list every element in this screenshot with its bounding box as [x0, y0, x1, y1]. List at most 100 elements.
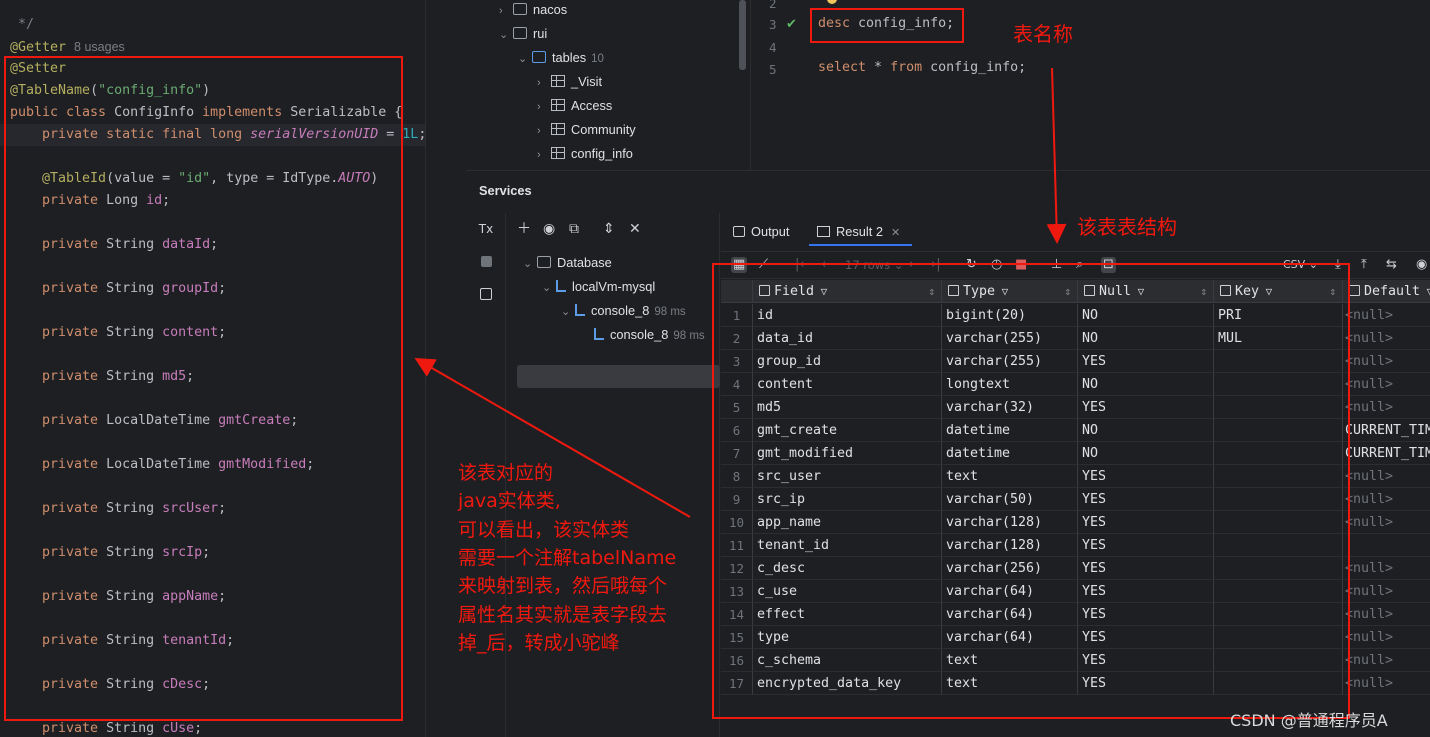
grid-cell-null[interactable]: YES	[1078, 580, 1214, 603]
tree-node-visit[interactable]: › _Visit	[537, 70, 602, 94]
add-icon[interactable]: ＋	[517, 221, 531, 237]
sort-icon[interactable]: ⇕	[928, 280, 935, 302]
tree-node-tables[interactable]: ⌄ tables 10	[518, 46, 604, 70]
stop-query-icon[interactable]: ■	[1015, 257, 1027, 273]
grid-cell-key[interactable]	[1214, 672, 1343, 695]
collapse-all-icon[interactable]: ✕	[629, 221, 641, 237]
tree-node-nacos[interactable]: › nacos	[499, 0, 567, 22]
chevron-down-icon[interactable]: ⌄	[561, 300, 575, 324]
prev-page-icon[interactable]: ‹	[821, 257, 826, 273]
grid-cell-key[interactable]	[1214, 511, 1343, 534]
grid-cell-key[interactable]	[1214, 442, 1343, 465]
grid-cell-field[interactable]: c_schema	[753, 649, 942, 672]
stop-icon[interactable]	[478, 255, 494, 271]
grid-cell-null[interactable]: YES	[1078, 649, 1214, 672]
grid-cell-key[interactable]	[1214, 626, 1343, 649]
grid-cell-type[interactable]: varchar(64)	[942, 603, 1078, 626]
grid-cell-type[interactable]: varchar(255)	[942, 327, 1078, 350]
column-header-null[interactable]: Null ▽ ⇕	[1078, 280, 1214, 303]
grid-cell-key[interactable]: MUL	[1214, 327, 1343, 350]
filter-icon[interactable]: ▽	[1259, 285, 1273, 298]
grid-cell-null[interactable]: YES	[1078, 603, 1214, 626]
tree-scrollbar[interactable]	[739, 0, 746, 70]
grid-cell-type[interactable]: datetime	[942, 419, 1078, 442]
download-icon[interactable]: ⤓	[1335, 257, 1341, 273]
tab-output[interactable]: Output	[733, 219, 789, 245]
usages-hint[interactable]: 8 usages	[74, 40, 125, 54]
grid-cell-field[interactable]: group_id	[753, 350, 942, 373]
refresh-icon[interactable]: ↻	[966, 257, 977, 273]
grid-cell-null[interactable]: NO	[1078, 419, 1214, 442]
grid-cell-key[interactable]	[1214, 396, 1343, 419]
grid-cell-null[interactable]: YES	[1078, 534, 1214, 557]
grid-cell-type[interactable]: longtext	[942, 373, 1078, 396]
column-header-type[interactable]: Type ▽ ⇕	[942, 280, 1078, 303]
grid-cell-null[interactable]: YES	[1078, 488, 1214, 511]
close-tab-icon[interactable]: ✕	[891, 227, 900, 239]
grid-cell-type[interactable]: varchar(64)	[942, 626, 1078, 649]
search-icon[interactable]: ⌕	[1076, 257, 1083, 273]
filter-icon[interactable]: ▽	[995, 285, 1009, 298]
row-number[interactable]: 17	[721, 672, 753, 695]
row-number[interactable]: 6	[721, 419, 753, 442]
view-icon[interactable]: ◉	[1416, 257, 1427, 273]
tab-result[interactable]: Result 2 ✕	[817, 219, 900, 245]
grid-cell-key[interactable]	[1214, 534, 1343, 557]
grid-cell-null[interactable]: YES	[1078, 350, 1214, 373]
java-code-editor[interactable]: */ @Getter 8 usages @Setter @TableName("conf…	[0, 0, 426, 737]
grid-cell-null[interactable]: YES	[1078, 626, 1214, 649]
table-view-icon[interactable]: ▦	[731, 257, 748, 273]
grid-cell-field[interactable]: id	[753, 304, 942, 327]
row-number[interactable]: 8	[721, 465, 753, 488]
grid-cell-key[interactable]	[1214, 465, 1343, 488]
grid-cell-field[interactable]: app_name	[753, 511, 942, 534]
expand-all-icon[interactable]: ⇕	[603, 221, 615, 237]
grid-cell-default[interactable]: <null>	[1343, 373, 1430, 396]
pin-icon[interactable]: ⊥	[1051, 257, 1062, 273]
history-icon[interactable]: ◷	[991, 257, 1002, 273]
intention-bulb-icon[interactable]	[827, 0, 837, 4]
upload-icon[interactable]: ⤒	[1361, 257, 1367, 273]
grid-cell-type[interactable]: varchar(256)	[942, 557, 1078, 580]
grid-cell-null[interactable]: NO	[1078, 442, 1214, 465]
filter-icon[interactable]: ▽	[814, 285, 828, 298]
row-number[interactable]: 3	[721, 350, 753, 373]
grid-cell-field[interactable]: tenant_id	[753, 534, 942, 557]
grid-cell-default[interactable]: <null>	[1343, 626, 1430, 649]
row-number[interactable]: 15	[721, 626, 753, 649]
grid-cell-type[interactable]: varchar(50)	[942, 488, 1078, 511]
grid-cell-type[interactable]: text	[942, 672, 1078, 695]
database-explorer-tree[interactable]: › nacos ⌄ rui ⌄ tables 10 › _Visit › Access › Commun…	[427, 0, 747, 170]
grid-cell-field[interactable]: c_use	[753, 580, 942, 603]
grid-cell-default[interactable]	[1343, 534, 1430, 557]
chevron-down-icon[interactable]: ⌄	[499, 23, 513, 47]
chevron-right-icon[interactable]: ›	[537, 95, 551, 119]
grid-cell-default[interactable]: <null>	[1343, 672, 1430, 695]
row-number[interactable]: 16	[721, 649, 753, 672]
services-node-localvm-mysql[interactable]: ⌄ localVm-mysql	[542, 275, 655, 299]
chart-view-icon[interactable]: ⟋	[759, 257, 768, 273]
grid-cell-default[interactable]: <null>	[1343, 327, 1430, 350]
chevron-down-icon[interactable]: ⌄	[518, 47, 532, 71]
sql-line-desc[interactable]: desc config_info;	[818, 16, 954, 31]
grid-cell-type[interactable]: text	[942, 649, 1078, 672]
grid-cell-field[interactable]: src_ip	[753, 488, 942, 511]
grid-cell-null[interactable]: NO	[1078, 304, 1214, 327]
grid-cell-default[interactable]: <null>	[1343, 649, 1430, 672]
grid-cell-key[interactable]	[1214, 373, 1343, 396]
chevron-right-icon[interactable]: ›	[537, 71, 551, 95]
grid-cell-field[interactable]: gmt_create	[753, 419, 942, 442]
grid-cell-default[interactable]: <null>	[1343, 465, 1430, 488]
grid-cell-default[interactable]: <null>	[1343, 580, 1430, 603]
rows-count[interactable]: 17 rows ⌄	[845, 257, 904, 273]
sort-icon[interactable]: ⇕	[1064, 280, 1071, 302]
grid-cell-default[interactable]: <null>	[1343, 396, 1430, 419]
tree-node-access[interactable]: › Access	[537, 94, 612, 118]
grid-cell-null[interactable]: YES	[1078, 511, 1214, 534]
grid-cell-default[interactable]: <null>	[1343, 603, 1430, 626]
services-node-database[interactable]: ⌄ Database	[523, 251, 612, 275]
grid-cell-default[interactable]: CURRENT_TIM	[1343, 419, 1430, 442]
services-node-console-8[interactable]: ⌄ console_8 98 ms	[561, 299, 686, 323]
grid-cell-default[interactable]: <null>	[1343, 350, 1430, 373]
grid-cell-key[interactable]	[1214, 649, 1343, 672]
